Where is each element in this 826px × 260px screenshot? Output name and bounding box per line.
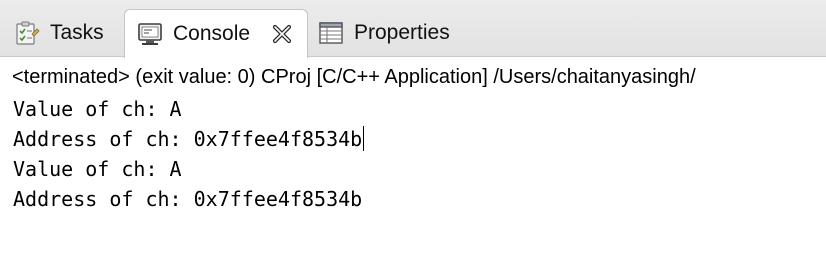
- tab-tasks-label: Tasks: [50, 21, 104, 44]
- tab-tasks[interactable]: Tasks: [0, 9, 124, 57]
- close-icon[interactable]: [271, 23, 293, 45]
- console-line: Value of ch: A: [13, 157, 182, 181]
- console-line: Value of ch: A: [13, 97, 182, 121]
- console-output[interactable]: Value of ch: A Address of ch: 0x7ffee4f8…: [13, 94, 813, 214]
- tasks-icon: [16, 21, 40, 45]
- tab-console-label: Console: [173, 22, 251, 45]
- console-line: Address of ch: 0x7ffee4f8534b: [13, 187, 363, 211]
- console-status-text: <terminated> (exit value: 0) CProj [C/C+…: [12, 66, 696, 88]
- tab-properties[interactable]: Properties: [310, 9, 490, 57]
- text-cursor: [363, 126, 365, 151]
- view-tab-bar: Tasks Console Properties: [0, 0, 826, 58]
- properties-icon: [319, 22, 343, 44]
- console-line-text: Address of ch: 0x7ffee4f8534b: [13, 127, 363, 151]
- console-line: Address of ch: 0x7ffee4f8534b: [13, 124, 813, 154]
- tab-console[interactable]: Console: [124, 9, 308, 58]
- tab-properties-label: Properties: [354, 21, 450, 44]
- console-icon: [138, 23, 162, 45]
